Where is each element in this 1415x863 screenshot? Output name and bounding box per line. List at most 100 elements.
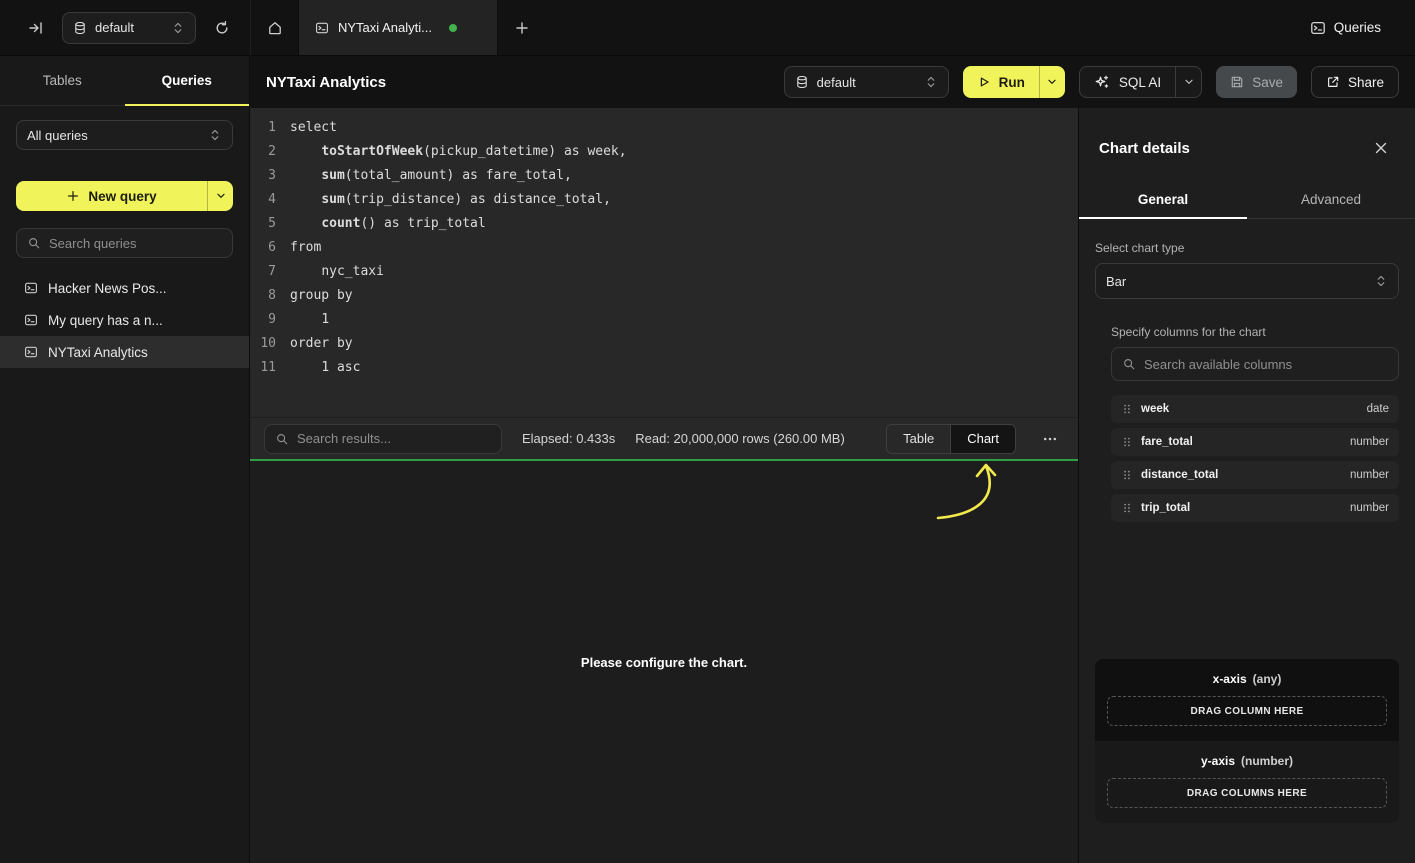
panel-tabs: GeneralAdvanced bbox=[1079, 180, 1415, 219]
new-query-menu-button[interactable] bbox=[207, 181, 233, 211]
refresh-button[interactable] bbox=[208, 14, 236, 42]
sql-ai-label: SQL AI bbox=[1119, 75, 1161, 90]
code-text: nyc_taxi bbox=[276, 260, 384, 284]
line-number: 6 bbox=[250, 236, 276, 260]
query-list-item[interactable]: My query has a n... bbox=[0, 304, 249, 336]
results-search bbox=[264, 424, 502, 454]
sql-editor[interactable]: 1select2 toStartOfWeek(pickup_datetime) … bbox=[250, 108, 1078, 417]
run-menu-button[interactable] bbox=[1039, 66, 1065, 98]
column-row-trip_total[interactable]: trip_totalnumber bbox=[1111, 494, 1399, 522]
sql-ai-menu-button[interactable] bbox=[1175, 67, 1201, 97]
query-filter-select[interactable]: All queries bbox=[16, 120, 233, 150]
queries-button-label: Queries bbox=[1334, 20, 1381, 35]
editor-line: 7 nyc_taxi bbox=[250, 260, 1078, 284]
sidebar-tab-tables[interactable]: Tables bbox=[0, 56, 125, 105]
x-axis-label: x-axis bbox=[1213, 672, 1247, 686]
sidebar: TablesQueries All queries New query bbox=[0, 56, 250, 863]
share-button-label: Share bbox=[1348, 75, 1384, 90]
x-axis-hint: (any) bbox=[1253, 672, 1282, 686]
save-button[interactable]: Save bbox=[1216, 66, 1297, 98]
code-text: sum(total_amount) as fare_total, bbox=[276, 164, 572, 188]
sql-ai-button-group: SQL AI bbox=[1079, 66, 1202, 98]
column-row-distance_total[interactable]: distance_totalnumber bbox=[1111, 461, 1399, 489]
panel-tab-general[interactable]: General bbox=[1079, 180, 1247, 218]
columns-search bbox=[1111, 347, 1399, 381]
column-row-fare_total[interactable]: fare_totalnumber bbox=[1111, 428, 1399, 456]
code-text: group by bbox=[276, 284, 353, 308]
code-text: toStartOfWeek(pickup_datetime) as week, bbox=[276, 140, 627, 164]
query-icon bbox=[24, 313, 38, 327]
topbar-right: Queries bbox=[1300, 0, 1415, 55]
columns-label: Specify columns for the chart bbox=[1111, 325, 1399, 339]
unsaved-indicator-dot bbox=[449, 24, 457, 32]
line-number: 8 bbox=[250, 284, 276, 308]
share-icon bbox=[1326, 75, 1340, 89]
tab-nytaxi-analytics[interactable]: NYTaxi Analyti... bbox=[298, 0, 498, 55]
results-toolbar: Elapsed: 0.433s Read: 20,000,000 rows (2… bbox=[250, 417, 1078, 459]
editor-line: 9 1 bbox=[250, 308, 1078, 332]
editor-lines: 1select2 toStartOfWeek(pickup_datetime) … bbox=[250, 116, 1078, 380]
chart-type-select[interactable]: Bar bbox=[1095, 263, 1399, 299]
tab-title: NYTaxi Analyti... bbox=[338, 20, 432, 35]
more-options-button[interactable] bbox=[1036, 425, 1064, 453]
results-area: Please configure the chart. bbox=[250, 459, 1078, 863]
close-panel-button[interactable] bbox=[1367, 134, 1395, 162]
y-axis-title: y-axis(number) bbox=[1107, 754, 1387, 768]
column-row-week[interactable]: weekdate bbox=[1111, 395, 1399, 423]
editor-line: 8group by bbox=[250, 284, 1078, 308]
sparkle-icon bbox=[1094, 74, 1110, 90]
page-title: NYTaxi Analytics bbox=[266, 74, 386, 91]
columns-section: Specify columns for the chart weekdate fa… bbox=[1111, 325, 1399, 527]
columns-search-input[interactable] bbox=[1144, 357, 1388, 372]
query-list-item[interactable]: Hacker News Pos... bbox=[0, 272, 249, 304]
grip-icon bbox=[1121, 502, 1133, 514]
query-filter-value: All queries bbox=[27, 128, 88, 143]
panel-body: Select chart type Bar Specify columns fo… bbox=[1079, 219, 1415, 863]
chevron-down-icon bbox=[1182, 75, 1196, 89]
topbar-left: default bbox=[0, 0, 250, 55]
topbar-database-select[interactable]: default bbox=[62, 12, 196, 44]
topbar: default NYTaxi Analyti... Queries bbox=[0, 0, 1415, 56]
editor-line: 1select bbox=[250, 116, 1078, 140]
view-toggle-table[interactable]: Table bbox=[887, 425, 950, 453]
y-axis-label: y-axis bbox=[1201, 754, 1235, 768]
results-search-input[interactable] bbox=[297, 431, 491, 446]
y-axis-dropzone[interactable]: DRAG COLUMNS HERE bbox=[1107, 778, 1387, 808]
header-database-select[interactable]: default bbox=[784, 66, 949, 98]
new-tab-button[interactable] bbox=[508, 14, 536, 42]
grip-icon bbox=[1121, 436, 1133, 448]
collapse-sidebar-icon bbox=[28, 20, 44, 36]
query-item-label: NYTaxi Analytics bbox=[48, 345, 148, 360]
query-icon bbox=[24, 345, 38, 359]
more-icon bbox=[1042, 431, 1058, 447]
view-toggle-chart[interactable]: Chart bbox=[950, 425, 1015, 453]
plus-icon bbox=[66, 189, 80, 203]
sidebar-tab-queries[interactable]: Queries bbox=[125, 56, 250, 105]
share-button[interactable]: Share bbox=[1311, 66, 1399, 98]
new-query-button[interactable]: New query bbox=[16, 181, 207, 211]
column-type: number bbox=[1350, 436, 1389, 448]
x-axis-dropzone[interactable]: DRAG COLUMN HERE bbox=[1107, 696, 1387, 726]
main-area: NYTaxi Analytics default Run bbox=[250, 56, 1415, 863]
queries-button[interactable]: Queries bbox=[1300, 14, 1391, 42]
query-list-item[interactable]: NYTaxi Analytics bbox=[0, 336, 249, 368]
run-button[interactable]: Run bbox=[963, 66, 1039, 98]
view-toggle: TableChart bbox=[886, 424, 1016, 454]
code-text: 1 asc bbox=[276, 356, 360, 380]
query-icon bbox=[315, 21, 329, 35]
collapse-sidebar-button[interactable] bbox=[22, 14, 50, 42]
column-name: trip_total bbox=[1141, 502, 1190, 514]
editor-line: 4 sum(trip_distance) as distance_total, bbox=[250, 188, 1078, 212]
sql-ai-button[interactable]: SQL AI bbox=[1080, 67, 1175, 97]
empty-chart-message: Please configure the chart. bbox=[581, 655, 747, 670]
panel-tab-advanced[interactable]: Advanced bbox=[1247, 180, 1415, 218]
code-text: 1 bbox=[276, 308, 329, 332]
query-search-input[interactable] bbox=[49, 236, 222, 251]
editor-line: 2 toStartOfWeek(pickup_datetime) as week… bbox=[250, 140, 1078, 164]
close-icon bbox=[1373, 140, 1389, 156]
chevron-updown-icon bbox=[1374, 274, 1388, 288]
home-tab-button[interactable] bbox=[251, 0, 298, 55]
topbar-database-value: default bbox=[95, 20, 134, 35]
column-type: number bbox=[1350, 469, 1389, 481]
query-icon bbox=[24, 281, 38, 295]
